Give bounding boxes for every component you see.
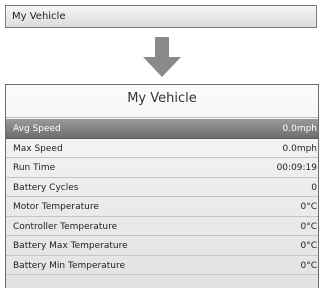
vehicle-info-screen: My Vehicle Avg Speed 0.0mph Max Speed 0.… — [5, 84, 319, 288]
row-label: Avg Speed — [13, 124, 61, 134]
list-item-battery-cycles[interactable]: Battery Cycles 0 — [6, 178, 318, 197]
list-item-motor-temperature[interactable]: Motor Temperature 0°C — [6, 197, 318, 217]
row-label: Battery Cycles — [13, 182, 79, 193]
row-value: 0°C — [300, 202, 317, 212]
list-item-run-time[interactable]: Run Time 00:09:19 — [6, 158, 318, 178]
my-vehicle-menu-bar[interactable]: My Vehicle — [5, 5, 317, 28]
list-item-battery-min-temperature[interactable]: Battery Min Temperature 0°C — [6, 256, 318, 275]
row-label: Battery Min Temperature — [13, 260, 126, 271]
down-arrow-icon — [143, 37, 181, 77]
stats-list: Avg Speed 0.0mph Max Speed 0.0mph Run Ti… — [6, 119, 318, 275]
list-item-max-speed[interactable]: Max Speed 0.0mph — [6, 139, 318, 158]
title-divider — [6, 117, 318, 118]
row-value: 00:09:19 — [276, 163, 317, 173]
row-value: 0.0mph — [282, 124, 318, 134]
row-label: Run Time — [13, 163, 56, 173]
screen-title: My Vehicle — [127, 91, 197, 106]
list-item-avg-speed[interactable]: Avg Speed 0.0mph — [6, 119, 318, 139]
menu-bar-label: My Vehicle — [12, 11, 66, 22]
row-label: Motor Temperature — [13, 202, 99, 212]
row-value: 0.0mph — [282, 143, 318, 154]
row-value: 0°C — [300, 260, 317, 271]
list-item-battery-max-temperature[interactable]: Battery Max Temperature 0°C — [6, 236, 318, 256]
list-item-controller-temperature[interactable]: Controller Temperature 0°C — [6, 217, 318, 236]
row-value: 0 — [311, 182, 317, 193]
row-label: Controller Temperature — [13, 221, 118, 232]
row-value: 0°C — [300, 241, 317, 251]
row-value: 0°C — [300, 221, 317, 232]
row-label: Max Speed — [13, 143, 63, 154]
row-label: Battery Max Temperature — [13, 241, 128, 251]
